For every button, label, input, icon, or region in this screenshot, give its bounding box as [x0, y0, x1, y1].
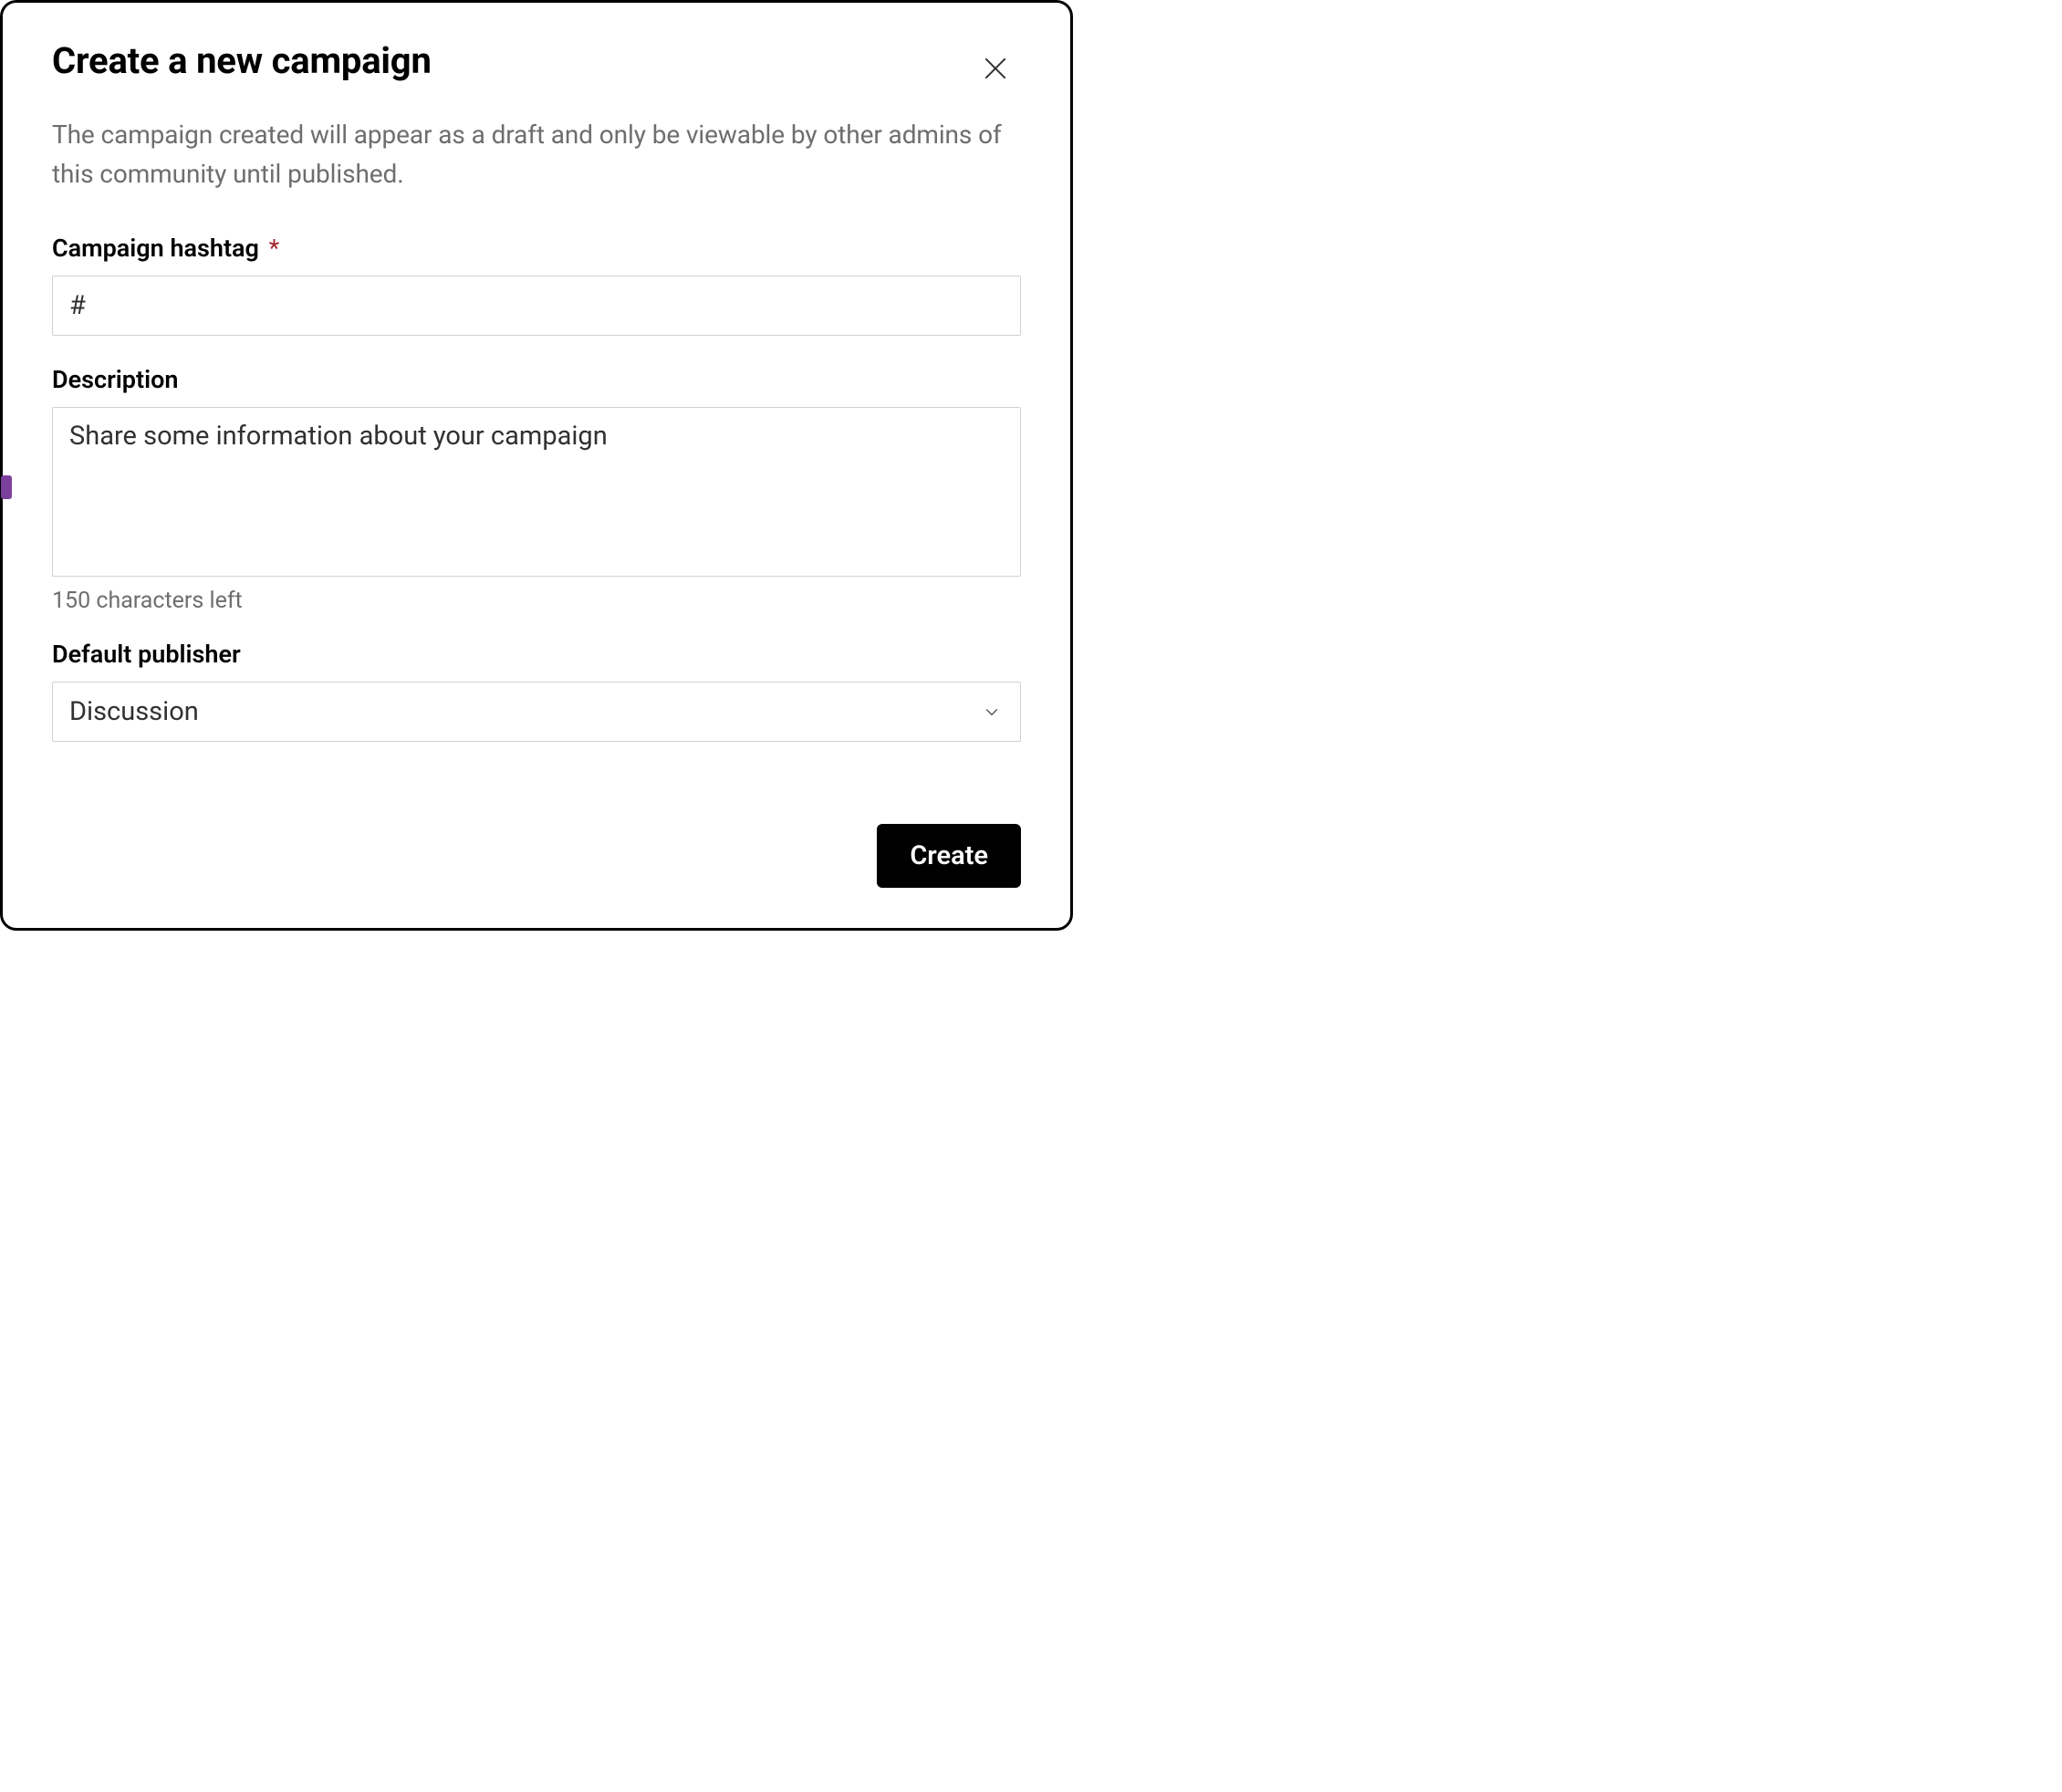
description-textarea[interactable]	[52, 407, 1021, 577]
description-label: Description	[52, 365, 1021, 394]
hashtag-label: Campaign hashtag *	[52, 234, 1021, 263]
close-button[interactable]	[977, 50, 1014, 87]
dialog-footer: Create	[52, 824, 1021, 888]
publisher-select-wrapper: Discussion	[52, 682, 1021, 742]
create-campaign-dialog: Create a new campaign The campaign creat…	[3, 3, 1070, 928]
character-count: 150 characters left	[52, 588, 1021, 614]
close-icon	[981, 54, 1010, 83]
hashtag-form-group: Campaign hashtag *	[52, 234, 1021, 336]
publisher-select[interactable]: Discussion	[52, 682, 1021, 742]
description-form-group: Description	[52, 365, 1021, 580]
dialog-description: The campaign created will appear as a dr…	[52, 116, 1021, 193]
dialog-title: Create a new campaign	[52, 39, 432, 82]
required-indicator: *	[269, 234, 280, 263]
publisher-label: Default publisher	[52, 640, 1021, 669]
create-button[interactable]: Create	[877, 824, 1021, 888]
hashtag-input[interactable]	[52, 276, 1021, 336]
dialog-header: Create a new campaign	[52, 39, 1021, 87]
publisher-form-group: Default publisher Discussion	[52, 640, 1021, 742]
hashtag-label-text: Campaign hashtag	[52, 234, 259, 263]
side-accent-tab	[1, 475, 12, 499]
